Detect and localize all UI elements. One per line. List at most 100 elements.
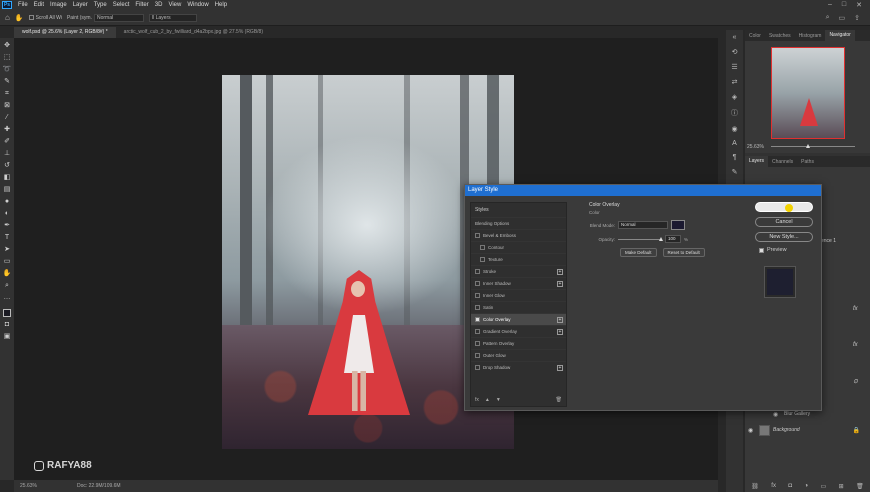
minimize-button[interactable]: – <box>828 1 832 9</box>
style-item-bevel-emboss[interactable]: Bevel & Emboss <box>471 229 566 241</box>
properties-icon[interactable]: ☰ <box>730 63 740 71</box>
history-brush-tool-icon[interactable]: ↺ <box>3 161 12 170</box>
link-layers-icon[interactable]: ⛓ <box>751 483 759 490</box>
zoom-tool-icon[interactable]: ⌕ <box>3 281 12 290</box>
add-style-icon[interactable]: fx <box>771 483 776 490</box>
type-tool-icon[interactable]: T <box>3 233 12 242</box>
scroll-all-windows-option[interactable]: Scroll All Wi <box>28 15 62 21</box>
visibility-eye-icon[interactable]: ◉ <box>773 411 781 418</box>
tab-channels[interactable]: Channels <box>768 159 797 165</box>
menu-file[interactable]: File <box>15 2 31 8</box>
close-button[interactable]: ✕ <box>856 1 862 9</box>
add-instance-icon[interactable]: + <box>557 280 563 287</box>
tab-wolf-psd[interactable]: wolf.psd @ 25.6% (Layer 2, RGB/8#) * <box>14 27 116 38</box>
shape-tool-icon[interactable]: ▭ <box>3 257 12 266</box>
search-icon[interactable]: ⌕ <box>826 14 830 22</box>
add-instance-icon[interactable]: + <box>557 364 563 371</box>
opacity-input[interactable]: 100 <box>665 235 681 243</box>
style-item-texture[interactable]: Texture <box>471 253 566 265</box>
scroll-all-checkbox[interactable] <box>28 15 34 20</box>
style-checkbox[interactable] <box>475 305 480 310</box>
menu-type[interactable]: Type <box>91 2 110 8</box>
color-wheel-icon[interactable]: ◉ <box>730 125 740 133</box>
menu-select[interactable]: Select <box>110 2 133 8</box>
cancel-button[interactable]: Cancel <box>755 217 813 227</box>
character-icon[interactable]: A <box>730 140 740 147</box>
style-checkbox[interactable] <box>475 329 480 334</box>
blend-mode-select[interactable]: Normal <box>618 221 668 229</box>
tab-swatches[interactable]: Swatches <box>765 33 795 39</box>
add-instance-icon[interactable]: + <box>557 328 563 335</box>
add-mask-icon[interactable]: ◘ <box>788 483 792 490</box>
style-item-gradient-overlay[interactable]: Gradient Overlay + <box>471 325 566 337</box>
menu-layer[interactable]: Layer <box>70 2 91 8</box>
new-style-button[interactable]: New Style... <box>755 232 813 242</box>
style-item-inner-shadow[interactable]: Inner Shadow + <box>471 277 566 289</box>
opacity-slider[interactable] <box>618 236 663 241</box>
sample-select[interactable]: ll Layers <box>148 13 197 22</box>
status-zoom[interactable]: 25.63% <box>20 483 37 489</box>
collapse-icon[interactable]: « <box>730 34 740 41</box>
paragraph-icon[interactable]: ¶ <box>730 154 740 161</box>
styles-header[interactable]: Styles <box>471 203 566 217</box>
style-item-contour[interactable]: Contour <box>471 241 566 253</box>
tab-layers[interactable]: Layers <box>745 156 769 167</box>
screen-mode-icon[interactable]: ▣ <box>3 332 12 341</box>
eyedropper-tool-icon[interactable]: ⁄ <box>3 113 12 122</box>
adjustment-layer-icon[interactable]: ◑ <box>804 483 808 490</box>
hand-tool-icon[interactable]: ✋ <box>15 14 24 22</box>
clone-stamp-tool-icon[interactable]: ⊥ <box>3 149 12 158</box>
add-instance-icon[interactable]: + <box>557 316 563 323</box>
visibility-eye-icon[interactable]: ◉ <box>748 427 756 434</box>
menu-3d[interactable]: 3D <box>152 2 166 8</box>
add-instance-icon[interactable]: + <box>557 268 563 275</box>
style-item-drop-shadow[interactable]: Drop Shadow + <box>471 361 566 373</box>
quick-mask-icon[interactable]: ◘ <box>3 320 12 329</box>
brush-tool-icon[interactable]: ✐ <box>3 137 12 146</box>
style-checkbox[interactable] <box>475 269 480 274</box>
make-default-button[interactable]: Make Default <box>620 248 657 257</box>
blending-options-item[interactable]: Blending Options <box>471 217 566 229</box>
quick-select-tool-icon[interactable]: ✎ <box>3 77 12 86</box>
style-checkbox[interactable] <box>480 245 485 250</box>
tab-navigator[interactable]: Navigator <box>825 30 855 41</box>
menu-view[interactable]: View <box>165 2 184 8</box>
preview-checkbox[interactable] <box>759 247 764 253</box>
history-icon[interactable]: ⟲ <box>730 48 740 56</box>
menu-help[interactable]: Help <box>212 2 230 8</box>
ok-button[interactable] <box>755 202 813 212</box>
style-checkbox[interactable] <box>475 353 480 358</box>
navigator-thumbnail[interactable] <box>771 47 845 139</box>
hand-tool-icon[interactable]: ✋ <box>3 269 12 278</box>
foreground-color-swatch[interactable] <box>3 309 11 317</box>
overlay-color-swatch[interactable] <box>671 220 685 230</box>
navigator-zoom[interactable]: 25.63% <box>747 144 764 150</box>
move-tool-icon[interactable]: ✥ <box>3 41 12 50</box>
style-item-satin[interactable]: Satin <box>471 301 566 313</box>
reset-to-default-button[interactable]: Reset to Default <box>662 248 705 257</box>
link-icon[interactable]: ⊙ <box>853 378 858 385</box>
trash-icon[interactable]: 🗑 <box>856 483 864 490</box>
tab-color[interactable]: Color <box>745 33 765 39</box>
style-checkbox[interactable] <box>475 293 480 298</box>
opacity-slider-knob[interactable] <box>659 236 663 241</box>
home-icon[interactable]: ⌂ <box>5 13 10 22</box>
pen-tool-icon[interactable]: ✒ <box>3 221 12 230</box>
new-group-icon[interactable]: ▭ <box>821 483 827 490</box>
tab-arctic-wolf-jpg[interactable]: arctic_wolf_cub_2_by_fwilliard_d4a2bpx.j… <box>116 27 271 38</box>
menu-filter[interactable]: Filter <box>132 2 151 8</box>
lasso-tool-icon[interactable]: ➰ <box>3 65 12 74</box>
style-checkbox[interactable] <box>475 281 480 286</box>
style-item-stroke[interactable]: Stroke + <box>471 265 566 277</box>
tab-histogram[interactable]: Histogram <box>795 33 826 39</box>
healing-brush-tool-icon[interactable]: ✚ <box>3 125 12 134</box>
move-up-icon[interactable]: ▲ <box>485 397 490 403</box>
dodge-tool-icon[interactable]: ◐ <box>3 209 12 218</box>
navigator-zoom-slider[interactable] <box>771 144 855 148</box>
crop-tool-icon[interactable]: ⌗ <box>3 89 12 98</box>
menu-edit[interactable]: Edit <box>31 2 47 8</box>
zoom-slider-knob[interactable] <box>806 144 810 148</box>
layer-row-background[interactable]: ◉ Background 🔒 <box>745 422 870 438</box>
menu-window[interactable]: Window <box>184 2 211 8</box>
style-checkbox[interactable] <box>475 365 480 370</box>
